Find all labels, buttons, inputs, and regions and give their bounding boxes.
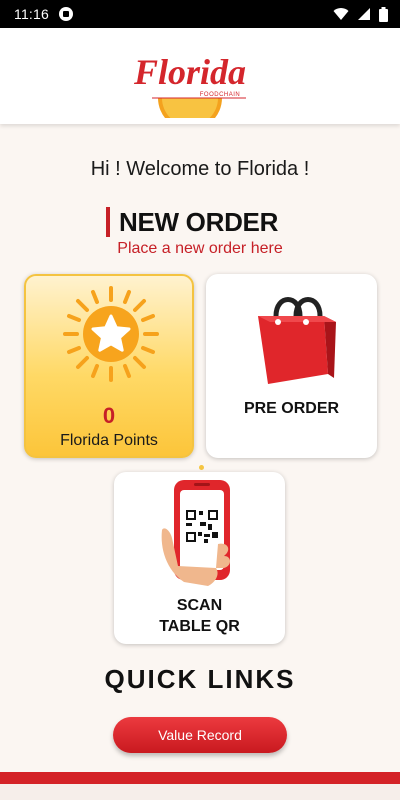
sun-star-icon [63, 286, 159, 382]
wifi-icon [333, 8, 349, 20]
new-order-subtitle: Place a new order here [117, 240, 283, 257]
svg-text:Florida: Florida [133, 52, 246, 92]
pre-order-label: PRE ORDER [243, 400, 340, 417]
scan-label-line1: SCAN [176, 597, 223, 614]
value-record-button[interactable]: Value Record [113, 717, 287, 753]
pre-order-card[interactable]: PRE ORDER [206, 274, 377, 458]
bottom-area [0, 784, 400, 800]
svg-text:FOODCHAIN: FOODCHAIN [200, 92, 241, 98]
card-pin-decoration [199, 465, 204, 470]
shopping-bag-icon [258, 297, 336, 384]
florida-logo: Florida FOODCHAIN [133, 52, 246, 118]
heading-accent-bar [106, 207, 110, 237]
app-header: Florida FOODCHAIN [0, 28, 400, 124]
bottom-accent-bar [0, 772, 400, 784]
status-bar: 11:16 [0, 0, 400, 28]
status-time: 11:16 [14, 6, 49, 22]
battery-icon [379, 6, 388, 22]
new-order-heading: NEW ORDER [106, 206, 278, 238]
new-order-title: NEW ORDER [119, 206, 279, 237]
welcome-text: Hi ! Welcome to Florida ! [90, 158, 310, 180]
phone-qr-icon [161, 480, 230, 586]
points-label: Florida Points [60, 432, 158, 449]
scan-label-line2: TABLE QR [159, 618, 240, 635]
florida-points-card[interactable]: 0 Florida Points [24, 274, 194, 458]
points-value: 0 [102, 403, 116, 428]
notification-icon [59, 7, 73, 21]
scan-table-qr-card[interactable]: SCAN TABLE QR [114, 472, 285, 644]
signal-icon [358, 8, 370, 20]
quick-links-title: QUICK LINKS [104, 664, 296, 694]
